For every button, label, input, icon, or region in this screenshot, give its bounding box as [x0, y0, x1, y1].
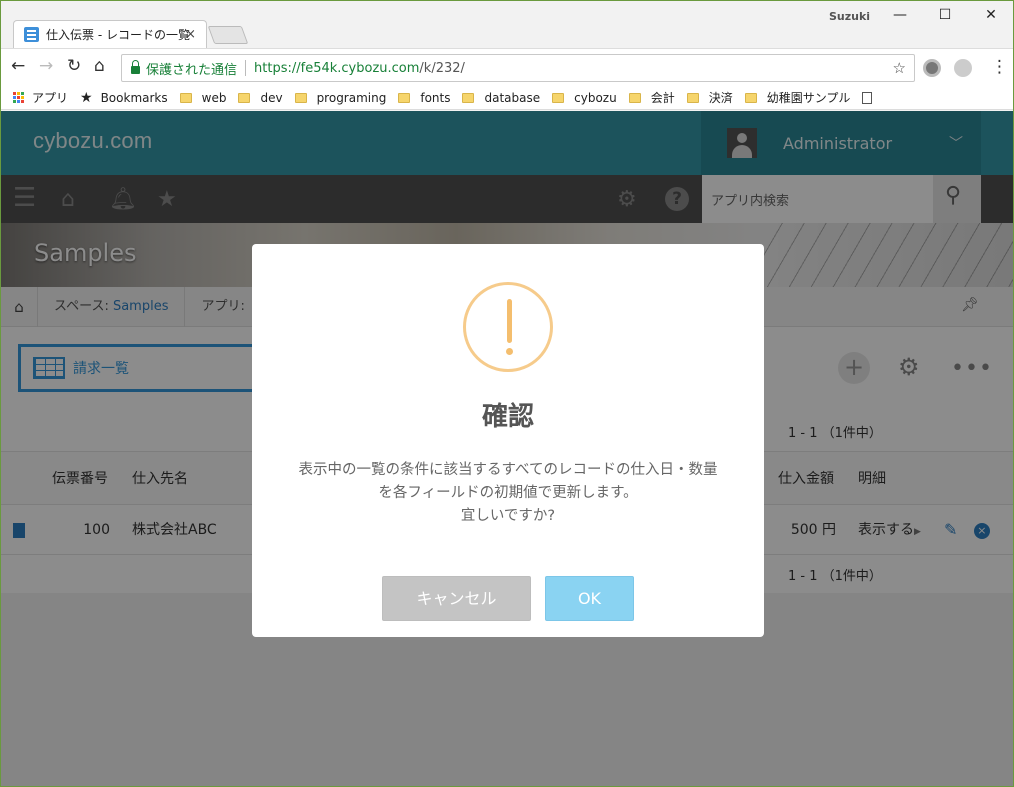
bookmark-folder-web[interactable]: web	[179, 90, 227, 105]
bookmark-label: 幼稚園サンプル	[766, 91, 851, 105]
url-path: /k/232/	[419, 60, 465, 76]
app-list-icon	[24, 27, 39, 42]
minimize-button[interactable]: —	[877, 7, 923, 23]
forward-arrow-icon[interactable]: →	[39, 56, 53, 76]
lock-icon	[131, 60, 140, 74]
bookmark-folder-fonts[interactable]: fonts	[398, 91, 450, 105]
browser-toolbar: ← → ↻ ⌂ 保護された通信 https://fe54k.cybozu.com…	[1, 48, 1013, 86]
apps-grid-icon	[13, 92, 24, 103]
security-label: 保護された通信	[146, 62, 238, 78]
folder-icon	[462, 92, 475, 103]
folder-icon	[238, 92, 251, 103]
browser-tab[interactable]: 仕入伝票 - レコードの一覧 ×	[13, 20, 207, 48]
extension-icon-2[interactable]	[954, 59, 972, 77]
home-icon[interactable]: ⌂	[94, 56, 105, 76]
cancel-button[interactable]: キャンセル	[382, 576, 531, 621]
url-text: https://fe54k.cybozu.com/k/232/	[254, 61, 465, 76]
bookmark-folder-kindergarten[interactable]: 幼稚園サンプル	[744, 89, 851, 106]
bookmark-label: programing	[316, 90, 387, 105]
maximize-button[interactable]: ☐	[922, 7, 968, 23]
bookmarks-bar: アプリ ★ Bookmarks web dev programing fonts…	[1, 86, 1013, 110]
bookmark-label: Bookmarks	[100, 90, 168, 105]
bookmark-bookmarks[interactable]: ★ Bookmarks	[80, 90, 168, 106]
folder-icon	[179, 92, 192, 103]
bookmark-folder-database[interactable]: database	[462, 91, 540, 105]
browser-user-name[interactable]: Suzuki	[829, 10, 870, 23]
address-separator	[245, 60, 247, 76]
folder-icon	[294, 92, 307, 103]
bookmark-label: fonts	[420, 90, 451, 105]
url-host: https://fe54k.cybozu.com	[254, 60, 420, 76]
dialog-title: 確認	[481, 402, 534, 432]
bookmark-label: database	[484, 90, 541, 105]
bookmark-folder-accounting[interactable]: 会計	[628, 89, 675, 106]
folder-icon	[552, 92, 565, 103]
folder-icon	[398, 92, 411, 103]
dialog-message-line-3: 宜しいですか?	[460, 508, 556, 524]
confirm-dialog: 確認 表示中の一覧の条件に該当するすべてのレコードの仕入日・数量 を各フィールド…	[252, 244, 764, 637]
folder-icon	[628, 92, 641, 103]
bookmark-star-icon[interactable]: ☆	[893, 59, 906, 77]
bookmark-folder-cybozu[interactable]: cybozu	[552, 91, 617, 105]
bookmark-label: 決済	[708, 91, 733, 105]
dialog-message: 表示中の一覧の条件に該当するすべてのレコードの仕入日・数量 を各フィールドの初期…	[252, 459, 764, 528]
bookmark-folder-dev[interactable]: dev	[238, 90, 283, 105]
title-bar: 仕入伝票 - レコードの一覧 × Suzuki — ☐ ✕	[1, 1, 1013, 48]
bookmark-label: dev	[260, 90, 283, 105]
bookmark-apps[interactable]: アプリ	[13, 89, 68, 106]
bookmark-label: cybozu	[574, 90, 617, 105]
extension-icon[interactable]	[923, 59, 941, 77]
bookmark-folder-payment[interactable]: 決済	[686, 89, 733, 106]
star-icon: ★	[80, 89, 93, 106]
bookmark-label: 会計	[650, 91, 675, 105]
warning-icon	[463, 282, 553, 372]
back-arrow-icon[interactable]: ←	[11, 56, 25, 76]
browser-window: 仕入伝票 - レコードの一覧 × Suzuki — ☐ ✕ ← → ↻ ⌂ 保護…	[0, 0, 1014, 787]
bookmark-label: web	[201, 90, 227, 105]
close-window-button[interactable]: ✕	[968, 7, 1013, 23]
bookmark-label: アプリ	[32, 91, 69, 105]
new-tab-button[interactable]	[207, 26, 249, 44]
folder-icon	[744, 92, 757, 103]
tab-title: 仕入伝票 - レコードの一覧	[46, 28, 190, 42]
dialog-message-line-1: 表示中の一覧の条件に該当するすべてのレコードの仕入日・数量	[298, 462, 718, 478]
bookmark-folder-programing[interactable]: programing	[294, 90, 387, 105]
page-icon	[862, 91, 873, 104]
reload-icon[interactable]: ↻	[67, 56, 81, 76]
kintone-app: cybozu.com Administrator ﹀ ☰ ⌂ 🔔︎ ★ ⚙ ? …	[1, 111, 1013, 786]
bookmark-page[interactable]	[862, 91, 873, 104]
dialog-message-line-2: を各フィールドの初期値で更新します。	[378, 485, 638, 501]
folder-icon	[686, 92, 699, 103]
menu-kebab-icon[interactable]: ⋮	[991, 57, 1008, 77]
ok-button[interactable]: OK	[545, 576, 634, 621]
address-bar[interactable]: 保護された通信 https://fe54k.cybozu.com/k/232/ …	[121, 54, 915, 82]
tab-close-icon[interactable]: ×	[185, 27, 196, 42]
modal-overlay[interactable]: 確認 表示中の一覧の条件に該当するすべてのレコードの仕入日・数量 を各フィールド…	[1, 111, 1013, 786]
